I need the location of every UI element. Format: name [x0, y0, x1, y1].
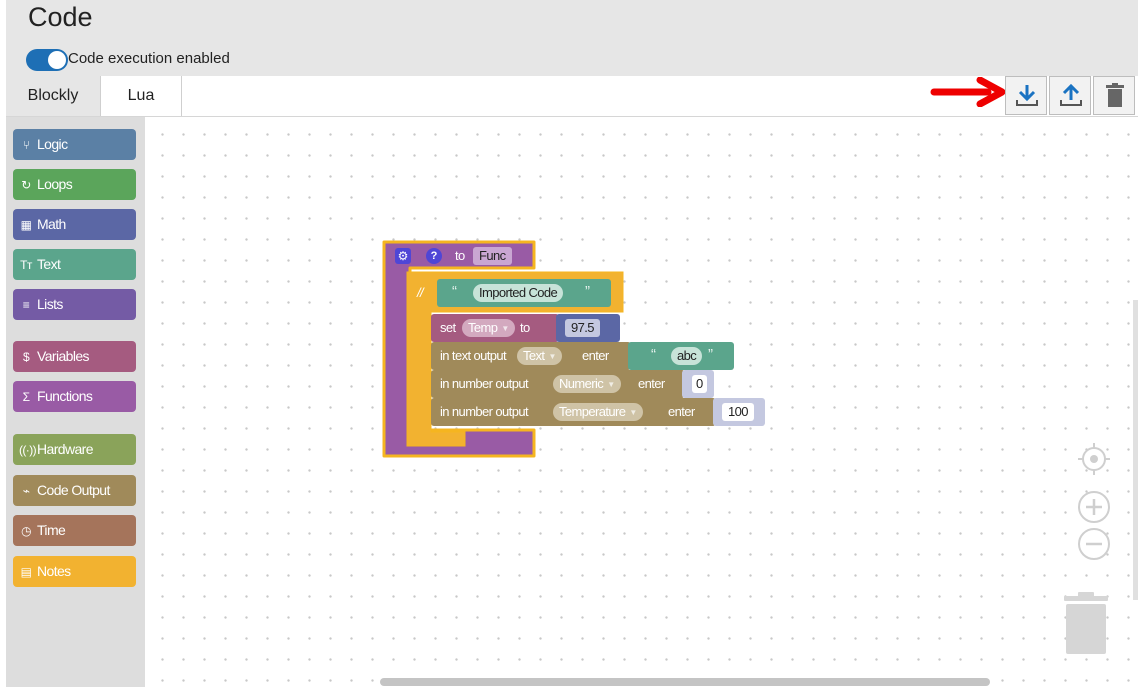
abc-text-field[interactable]: abc	[671, 347, 703, 365]
dropdown-arrow-icon: ▼	[548, 351, 556, 361]
dropdown-arrow-icon: ▼	[607, 379, 615, 389]
dropdown-arrow-icon: ▼	[629, 407, 637, 417]
abc-close-quote: ”	[708, 346, 713, 363]
red-arrow-icon	[930, 77, 1006, 107]
toolbox-category-time[interactable]: ◷ Time	[13, 515, 136, 546]
func-name-field[interactable]: Func	[473, 247, 512, 265]
page-title: Code	[28, 2, 93, 32]
toolbox-category-text[interactable]: Tт Text	[13, 249, 136, 280]
tab-blockly[interactable]: Blockly	[6, 76, 101, 116]
func-prefix: to	[455, 248, 465, 263]
numeric-dropdown[interactable]: Numeric ▼	[553, 375, 621, 393]
toolbox-category-hardware[interactable]: ((·))Hardware	[13, 434, 136, 465]
math-icon: ▦	[20, 218, 32, 232]
toolbox-category-label: Math	[37, 216, 66, 232]
variable-dropdown[interactable]: Temp ▼	[462, 319, 515, 337]
set-label: set	[440, 320, 456, 335]
download-icon	[1016, 85, 1038, 106]
horizontal-scrollbar[interactable]	[380, 678, 990, 686]
notes-icon: ▤	[20, 565, 32, 579]
func-settings-icon[interactable]: ⚙	[395, 248, 411, 264]
text-output-target: Text	[523, 348, 545, 363]
toolbox-category-label: Text	[37, 256, 61, 272]
code-output-icon: ⌁	[22, 484, 30, 498]
upload-button[interactable]	[1049, 76, 1091, 115]
text-output-enter-label: enter	[582, 348, 609, 363]
hardware-icon: ((·))	[19, 443, 37, 457]
loops-icon: ↻	[21, 178, 31, 192]
number-output-label: in number output	[440, 376, 529, 391]
download-button[interactable]	[1005, 76, 1047, 115]
numeric-value-field[interactable]: 0	[692, 375, 707, 393]
toolbox-category-label: Hardware	[37, 441, 93, 457]
func-help-icon[interactable]: ?	[426, 248, 442, 264]
toolbox-category-label: Lists	[37, 296, 63, 312]
abc-open-quote: “	[651, 346, 656, 363]
comment-text-field[interactable]: Imported Code	[473, 284, 564, 302]
toolbox-category-code-output[interactable]: ⌁ Code Output	[13, 475, 136, 506]
toolbox-category-label: Notes	[37, 563, 71, 579]
dropdown-arrow-icon: ▼	[501, 323, 509, 333]
toolbox-category-functions[interactable]: Σ Functions	[13, 381, 136, 412]
upload-icon	[1060, 83, 1082, 106]
comment-marker: //	[417, 285, 424, 300]
recenter-icon[interactable]	[1076, 441, 1112, 477]
comment-open-quote: “	[452, 283, 457, 300]
zoom-in-icon[interactable]	[1076, 489, 1112, 525]
number-output-label-2: in number output	[440, 404, 529, 419]
temperature-dropdown-label: Temperature	[559, 404, 626, 419]
toolbox-category-loops[interactable]: ↻ Loops	[13, 169, 136, 200]
temperature-enter-label: enter	[668, 404, 695, 419]
temperature-dropdown[interactable]: Temperature ▼	[553, 403, 643, 421]
time-icon: ◷	[21, 524, 31, 538]
workspace-trash-icon[interactable]	[1060, 590, 1112, 656]
set-value-field[interactable]: 97.5	[565, 319, 600, 337]
toggle-knob	[48, 51, 66, 69]
to-label: to	[520, 320, 530, 335]
variables-icon: $	[22, 350, 30, 364]
toolbox-category-label: Logic	[37, 136, 68, 152]
toolbox-category-logic[interactable]: ⑂ Logic	[13, 129, 136, 160]
text-output-label: in text output	[440, 348, 507, 363]
toolbox-category-notes[interactable]: ▤ Notes	[13, 556, 136, 587]
vertical-scrollbar[interactable]	[1133, 300, 1138, 600]
trash-icon	[1106, 83, 1124, 107]
numeric-dropdown-label: Numeric	[559, 376, 604, 391]
code-execution-label: Code execution enabled	[68, 50, 230, 67]
variable-dropdown-label: Temp	[468, 320, 498, 335]
delete-button[interactable]	[1093, 76, 1135, 115]
toolbox-category-label: Code Output	[37, 482, 110, 498]
lists-icon: ≡	[22, 298, 30, 312]
functions-icon: Σ	[22, 390, 30, 404]
toolbox-category-variables[interactable]: $ Variables	[13, 341, 136, 372]
code-execution-toggle[interactable]	[26, 49, 68, 71]
tab-lua[interactable]: Lua	[101, 76, 182, 116]
toolbox-category-label: Variables	[37, 348, 90, 364]
toolbox-category-math[interactable]: ▦ Math	[13, 209, 136, 240]
toolbox-category-lists[interactable]: ≡ Lists	[13, 289, 136, 320]
toolbox-category-label: Loops	[37, 176, 73, 192]
text-icon: Tт	[20, 258, 32, 272]
logic-icon: ⑂	[22, 138, 30, 152]
toolbox-category-label: Functions	[37, 388, 93, 404]
zoom-out-icon[interactable]	[1076, 526, 1112, 562]
toolbox-category-label: Time	[37, 522, 66, 538]
text-output-dropdown[interactable]: Text ▼	[517, 347, 562, 365]
temperature-value-field[interactable]: 100	[722, 403, 754, 421]
comment-close-quote: ”	[585, 283, 590, 300]
numeric-enter-label: enter	[638, 376, 665, 391]
